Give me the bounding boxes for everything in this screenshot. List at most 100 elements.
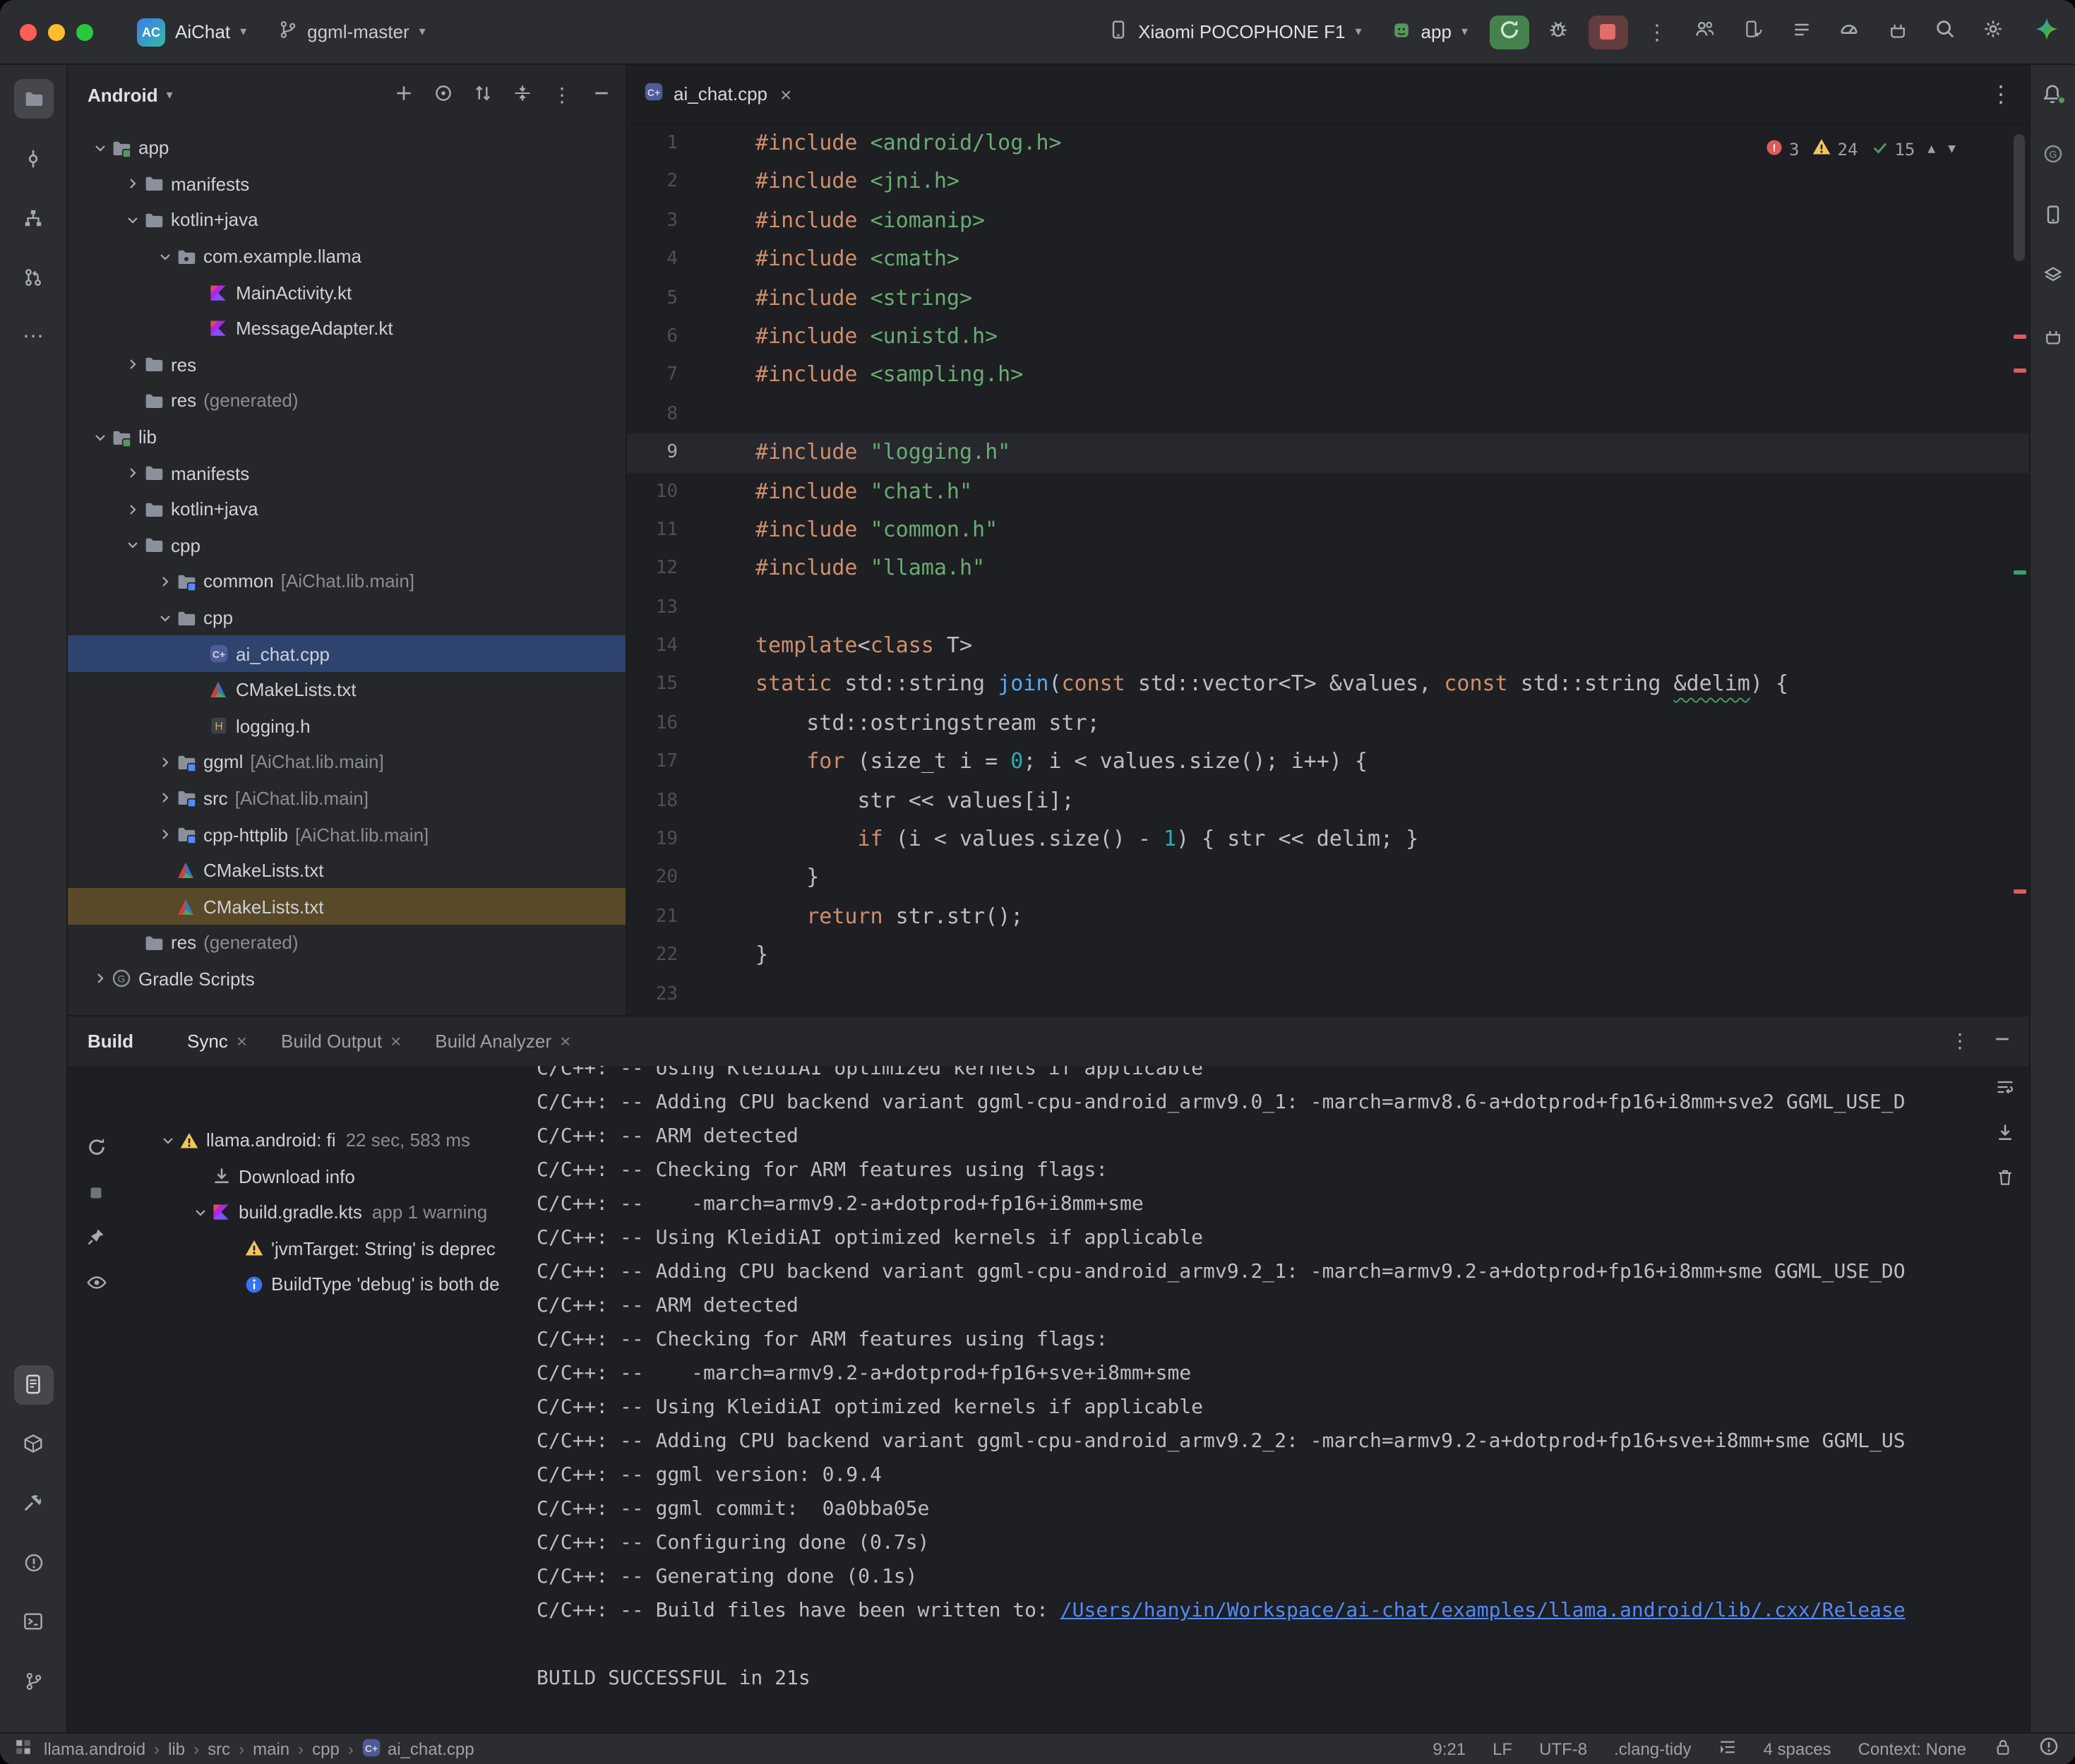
tree-item-cmakelists-txt[interactable]: CMakeLists.txt [68,853,626,889]
tree-item-cmakelists-txt[interactable]: CMakeLists.txt [68,672,626,708]
build-tree-item[interactable]: 'jvmTarget: String' is deprec [127,1230,534,1266]
build-options-icon[interactable]: ⋮ [1950,1029,1970,1053]
device-selector[interactable]: Xiaomi POCOPHONE F1 ▾ [1099,14,1371,49]
minimize-window-button[interactable] [48,23,65,40]
hide-panel-icon[interactable] [592,83,611,107]
search-everywhere-button[interactable] [1927,15,1963,49]
tool-strip-build-icon[interactable] [13,1483,53,1523]
code-line-12[interactable]: 12#include "llama.h" [627,550,2029,589]
tree-item-cpp-httplib[interactable]: cpp-httplib[AiChat.lib.main] [68,817,626,853]
build-tree-item[interactable]: build.gradle.ktsapp 1 warning [127,1194,534,1230]
stop-button[interactable] [1588,15,1627,49]
pin-icon[interactable] [86,1227,106,1254]
build-tree-item[interactable]: llama.android: fi22 sec, 583 ms [127,1122,534,1158]
soft-wrap-icon[interactable] [1995,1077,2015,1104]
tree-item-src[interactable]: src[AiChat.lib.main] [68,780,626,816]
error-stripe-mark[interactable] [2014,889,2026,894]
context-widget[interactable]: Context: None [1858,1739,1966,1758]
close-icon[interactable]: × [390,1031,401,1052]
tool-strip-commit-icon[interactable] [13,138,53,178]
tool-strip-pull-requests-icon[interactable] [13,257,53,296]
tree-item-lib[interactable]: lib [68,419,626,455]
tool-strip-app-quality-insights-icon[interactable] [13,1424,53,1463]
build-tree-item[interactable]: Download info [127,1158,534,1194]
locate-file-icon[interactable] [433,83,453,107]
chevron-down-icon[interactable] [88,428,112,445]
code-line-13[interactable]: 13 [627,588,2029,627]
chevron-down-icon[interactable] [153,609,177,626]
build-tab-sync[interactable]: Sync× [170,1016,264,1066]
breadcrumb-item[interactable]: cpp [312,1739,340,1758]
code-line-2[interactable]: 2#include <jni.h> [627,163,2029,202]
build-tab-build-analyzer[interactable]: Build Analyzer× [418,1016,587,1066]
filter-view-icon[interactable] [85,1272,107,1300]
project-selector[interactable]: AC AiChat ▾ [127,12,256,52]
tool-strip-problems-icon[interactable] [13,1542,53,1582]
next-problem-icon[interactable]: ▼ [1948,142,1956,156]
tool-strip-notifications-icon[interactable] [2036,76,2070,110]
code-line-22[interactable]: 22} [627,936,2029,975]
chevron-right-icon[interactable] [153,754,177,771]
tree-item-kotlin-java[interactable]: kotlin+java [68,491,626,527]
tree-item-res[interactable]: res(generated) [68,925,626,961]
code-line-10[interactable]: 10#include "chat.h" [627,472,2029,511]
tree-item-cpp[interactable]: cpp [68,527,626,563]
code-line-15[interactable]: 15static std::string join(const std::vec… [627,666,2029,704]
error-stripe-mark[interactable] [2014,335,2026,339]
code-line-8[interactable]: 8 [627,395,2029,433]
tool-strip-device-manager-icon[interactable] [2036,198,2070,232]
gemini-assistant-button[interactable] [2034,16,2058,47]
re-sync-icon[interactable] [85,1136,107,1165]
breadcrumb-item[interactable]: C+ai_chat.cpp [362,1738,474,1759]
panel-options-icon[interactable]: ⋮ [552,83,572,107]
build-output-path-link[interactable]: /Users/hanyin/Workspace/ai-chat/examples… [1060,1600,1906,1622]
scroll-to-end-icon[interactable] [1995,1122,2015,1149]
code-line-3[interactable]: 3#include <iomanip> [627,202,2029,241]
chevron-down-icon[interactable] [155,1132,179,1149]
breadcrumb-item[interactable]: main [253,1739,289,1758]
tree-item-res[interactable]: res [68,347,626,383]
clang-tidy-widget[interactable]: .clang-tidy [1614,1739,1691,1758]
editor-scrollbar[interactable] [2014,134,2025,261]
indent-widget[interactable]: 4 spaces [1764,1739,1831,1758]
tree-item-logging-h[interactable]: Hlogging.h [68,708,626,744]
code-line-18[interactable]: 18 str << values[i]; [627,781,2029,820]
tool-strip-terminal-icon[interactable] [13,1602,53,1641]
tree-item-ggml[interactable]: ggml[AiChat.lib.main] [68,744,626,780]
tree-item-gradle-scripts[interactable]: GGradle Scripts [68,961,626,997]
code-editor[interactable]: 1#include <android/log.h>2#include <jni.… [627,124,2029,1015]
close-window-button[interactable] [20,23,37,40]
chevron-right-icon[interactable] [153,573,177,590]
change-stripe-mark[interactable] [2014,570,2026,575]
close-icon[interactable]: × [237,1031,247,1052]
line-separator-widget[interactable]: LF [1493,1739,1512,1758]
device-mirroring-button[interactable] [1735,15,1771,49]
tree-item-cmakelists-txt[interactable]: CMakeLists.txt [68,889,626,925]
logcat-toolbar-button[interactable] [1783,15,1819,49]
chevron-down-icon[interactable] [88,140,112,157]
hide-build-panel-icon[interactable] [1992,1029,2012,1053]
tool-strip-project-icon[interactable] [13,79,53,119]
tree-item-manifests[interactable]: manifests [68,455,626,491]
breadcrumb-item[interactable]: lib [168,1739,185,1758]
tool-strip-more-tool-windows-icon[interactable]: ⋯ [13,316,53,356]
chevron-right-icon[interactable] [120,356,144,373]
code-line-4[interactable]: 4#include <cmath> [627,240,2029,279]
profiler-button[interactable] [1831,15,1867,49]
chevron-right-icon[interactable] [120,500,144,517]
build-tab-build-output[interactable]: Build Output× [264,1016,418,1066]
tool-windows-icon[interactable] [14,1737,32,1760]
chevron-down-icon[interactable] [120,212,144,229]
tree-item-manifests[interactable]: manifests [68,166,626,202]
tab-bar-options-icon[interactable]: ⋮ [1990,80,2029,108]
tree-item-kotlin-java[interactable]: kotlin+java [68,202,626,238]
code-line-7[interactable]: 7#include <sampling.h> [627,356,2029,395]
build-console[interactable]: C/C++: -- Using KleidiAI optimized kerne… [537,1066,1973,1732]
editor-tab-ai-chat-cpp[interactable]: C+ ai_chat.cpp × [627,65,808,124]
project-view-selector[interactable]: Android [88,84,158,105]
tree-item-res[interactable]: res(generated) [68,383,626,419]
tool-strip-version-control-icon[interactable] [13,1661,53,1700]
tool-strip-gradle-icon[interactable]: G [2036,137,2070,171]
collapse-all-icon[interactable] [513,83,532,107]
settings-button[interactable] [1975,15,2011,49]
